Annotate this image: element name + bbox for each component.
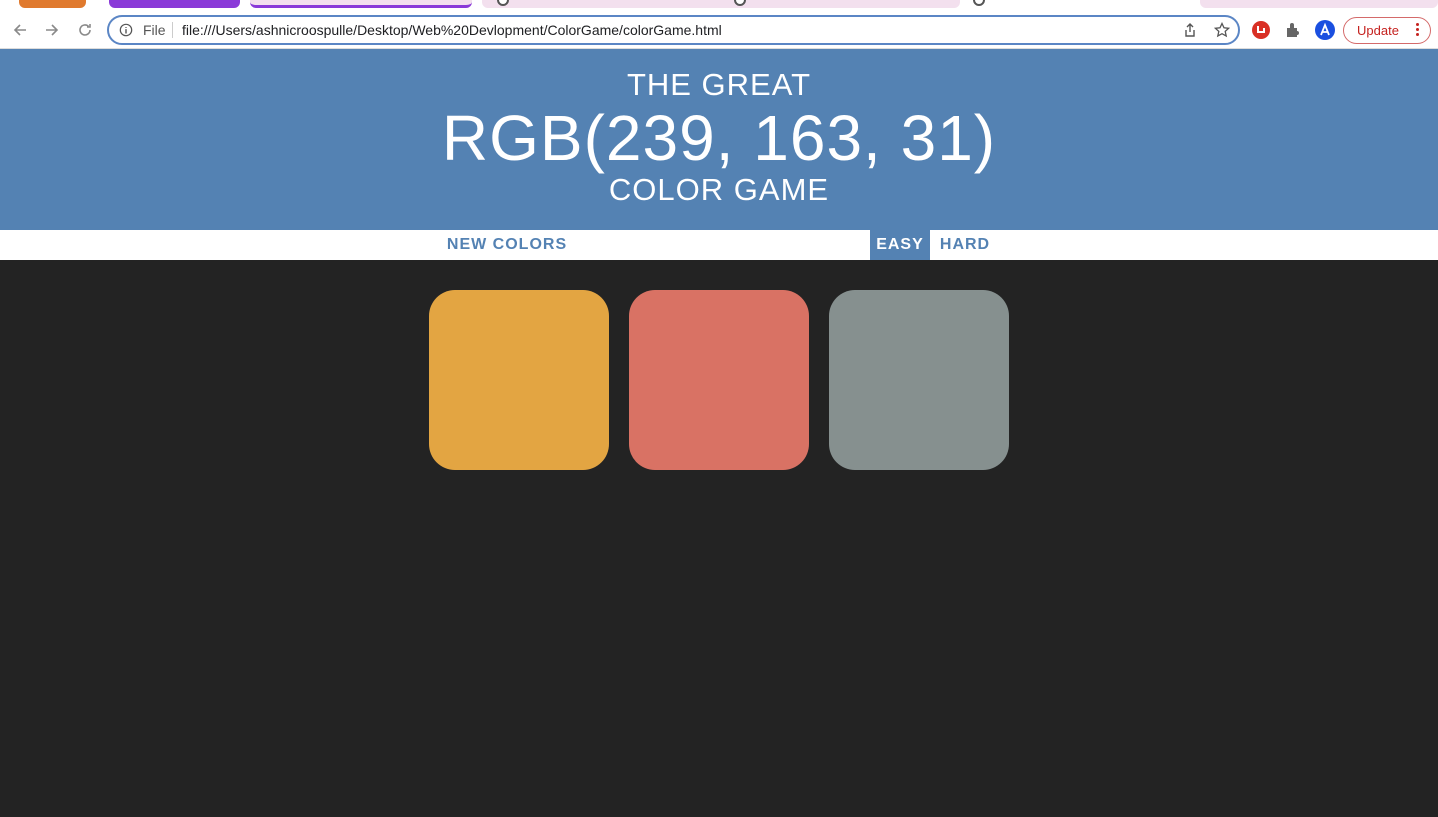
forward-button[interactable] — [40, 18, 64, 42]
tab-orange[interactable] — [19, 0, 86, 8]
title-top: THE GREAT — [626, 67, 812, 102]
hard-mode-button[interactable]: HARD — [930, 230, 1000, 260]
update-label: Update — [1357, 23, 1399, 38]
puzzle-icon[interactable] — [1283, 20, 1303, 40]
color-square-1[interactable] — [429, 290, 609, 470]
address-bar[interactable]: File file:///Users/ashnicroospulle/Deskt… — [107, 15, 1240, 45]
browser-toolbar: File file:///Users/ashnicroospulle/Deskt… — [0, 12, 1438, 49]
color-square-3[interactable] — [829, 290, 1009, 470]
title-bottom: COLOR GAME — [608, 172, 830, 207]
game-header: THE GREAT RGB(239, 163, 31) COLOR GAME — [0, 49, 1438, 230]
color-square-2[interactable] — [629, 290, 809, 470]
easy-mode-button[interactable]: EASY — [870, 230, 930, 260]
new-colors-button[interactable]: NEW COLORS — [440, 230, 574, 260]
profile-avatar-icon[interactable] — [1315, 20, 1335, 40]
reload-icon — [79, 24, 91, 36]
tab-pink-1[interactable] — [482, 0, 960, 8]
tab-strip — [0, 0, 1438, 12]
more-vert-icon — [1416, 23, 1420, 37]
file-scheme-label: File — [143, 22, 166, 38]
info-icon[interactable] — [119, 23, 133, 37]
star-icon[interactable] — [1214, 22, 1230, 38]
tab-favicon-icon — [973, 0, 985, 6]
divider — [172, 22, 173, 38]
tab-purple-2[interactable] — [250, 0, 472, 8]
back-button[interactable] — [8, 18, 32, 42]
control-stripe: NEW COLORS EASY HARD — [0, 230, 1438, 260]
url-text[interactable]: file:///Users/ashnicroospulle/Desktop/We… — [182, 22, 722, 38]
tab-pink-2[interactable] — [1200, 0, 1438, 8]
rgb-display: RGB(239, 163, 31) — [441, 102, 997, 174]
tab-purple[interactable] — [109, 0, 240, 8]
update-button[interactable]: Update — [1343, 17, 1431, 44]
reload-button[interactable] — [73, 18, 97, 42]
adblock-icon[interactable] — [1251, 20, 1271, 40]
arrow-left-icon — [13, 24, 26, 36]
share-icon[interactable] — [1182, 22, 1198, 38]
arrow-right-icon — [46, 24, 59, 36]
